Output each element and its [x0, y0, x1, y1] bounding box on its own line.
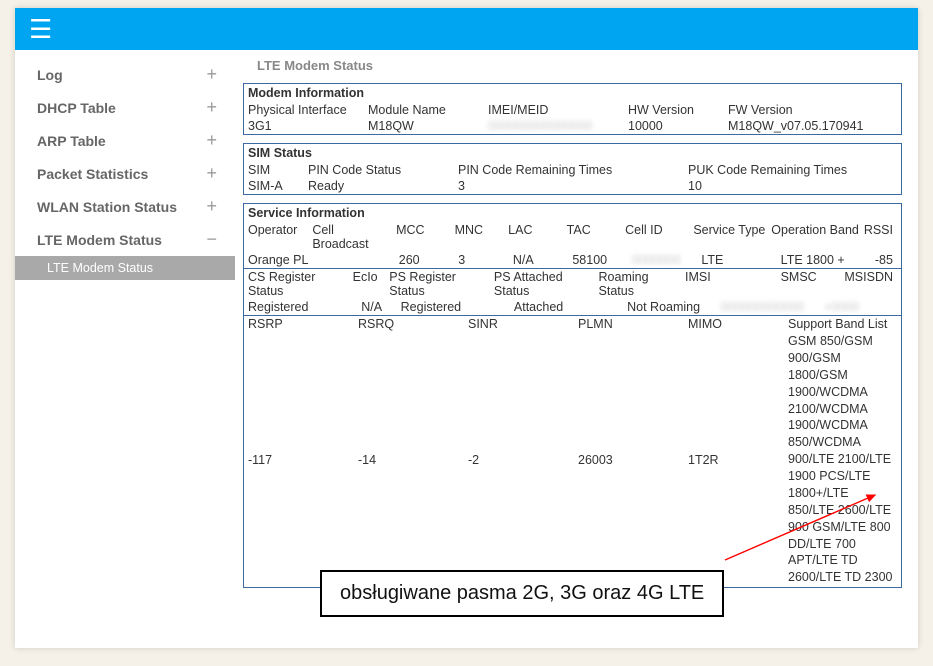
sim-status-panel: SIM Status SIM PIN Code Status PIN Code … — [243, 143, 902, 195]
sidebar-subitem-lte-modem-status[interactable]: LTE Modem Status — [15, 256, 235, 280]
th-imei: IMEI/MEID — [488, 102, 628, 118]
val-cell-broadcast — [313, 252, 398, 268]
val-ps-attached: Attached — [514, 299, 627, 315]
val-pin-status: Ready — [308, 178, 458, 194]
th-cell-id: Cell ID — [625, 222, 693, 252]
sidebar-item-dhcp-table[interactable]: DHCP Table + — [15, 91, 235, 124]
val-hw-version: 10000 — [628, 118, 728, 134]
val-operation-band: LTE 1800 + — [781, 252, 875, 268]
val-sim: SIM-A — [248, 178, 308, 194]
th-msisdn: MSISDN — [844, 269, 897, 299]
th-mimo: MIMO — [688, 316, 788, 332]
sidebar-label: ARP Table — [37, 133, 106, 149]
th-ps-attached: PS Attached Status — [494, 269, 599, 299]
th-fw-version: FW Version — [728, 102, 897, 118]
val-module-name: M18QW — [368, 118, 488, 134]
val-ps-register: Registered — [401, 299, 514, 315]
val-rssi: -85 — [875, 252, 897, 268]
plus-icon: + — [206, 64, 217, 85]
val-sinr: -2 — [468, 452, 578, 468]
sidebar-item-log[interactable]: Log + — [15, 58, 235, 91]
plus-icon: + — [206, 163, 217, 184]
th-operator: Operator — [248, 222, 312, 252]
val-rsrq: -14 — [358, 452, 468, 468]
service-info-heading: Service Information — [244, 204, 901, 222]
th-support-band: Support Band List — [788, 316, 897, 332]
th-sim: SIM — [248, 162, 308, 178]
main-scroll[interactable]: LTE Modem Status Modem Information Physi… — [239, 50, 906, 644]
th-mcc: MCC — [396, 222, 454, 252]
minus-icon: − — [206, 229, 217, 250]
service-info-panel: Service Information Operator Cell Broadc… — [243, 203, 902, 588]
val-lac: N/A — [513, 252, 573, 268]
val-operator: Orange PL — [248, 252, 313, 268]
modem-info-heading: Modem Information — [244, 84, 901, 102]
val-fw-version: M18QW_v07.05.170941 — [728, 118, 897, 134]
val-imsi: 000000000000 — [721, 299, 824, 315]
page-title: LTE Modem Status — [239, 50, 906, 79]
sidebar-item-arp-table[interactable]: ARP Table + — [15, 124, 235, 157]
val-plmn: 26003 — [578, 452, 688, 468]
th-lac: LAC — [508, 222, 566, 252]
th-rsrq: RSRQ — [358, 316, 468, 332]
val-service-type: LTE — [701, 252, 780, 268]
th-physical-interface: Physical Interface — [248, 102, 368, 118]
sidebar-item-lte-modem-status[interactable]: LTE Modem Status − — [15, 223, 235, 256]
th-hw-version: HW Version — [628, 102, 728, 118]
th-puk-remaining: PUK Code Remaining Times — [688, 162, 897, 178]
val-pin-remaining: 3 — [458, 178, 688, 194]
val-cell-id: 0000000 — [632, 252, 701, 268]
sidebar-label: Log — [37, 67, 63, 83]
val-rsrp: -117 — [248, 452, 358, 468]
th-pin-status: PIN Code Status — [308, 162, 458, 178]
annotation-callout: obsługiwane pasma 2G, 3G oraz 4G LTE — [320, 570, 724, 617]
th-mnc: MNC — [455, 222, 509, 252]
th-tac: TAC — [567, 222, 625, 252]
th-rsrp: RSRP — [248, 316, 358, 332]
th-operation-band: Operation Band — [771, 222, 864, 252]
sidebar: Log + DHCP Table + ARP Table + Packet St… — [15, 50, 235, 648]
th-imsi: IMSI — [685, 269, 781, 299]
th-sinr: SINR — [468, 316, 578, 332]
plus-icon: + — [206, 196, 217, 217]
sidebar-label: LTE Modem Status — [37, 232, 162, 248]
th-pin-remaining: PIN Code Remaining Times — [458, 162, 688, 178]
sidebar-label: WLAN Station Status — [37, 199, 177, 215]
th-smsc: SMSC — [781, 269, 845, 299]
val-imei: 000000000000000 — [488, 118, 628, 134]
sidebar-label: DHCP Table — [37, 100, 116, 116]
val-smsc: +0000 — [824, 299, 893, 315]
th-service-type: Service Type — [693, 222, 771, 252]
th-cell-broadcast: Cell Broadcast — [312, 222, 396, 252]
sim-status-heading: SIM Status — [244, 144, 901, 162]
th-plmn: PLMN — [578, 316, 688, 332]
val-ecio: N/A — [361, 299, 400, 315]
modem-info-panel: Modem Information Physical Interface Mod… — [243, 83, 902, 135]
sidebar-item-packet-statistics[interactable]: Packet Statistics + — [15, 157, 235, 190]
th-roaming: Roaming Status — [599, 269, 685, 299]
val-support-band: GSM 850/GSM 900/GSM 1800/GSM 1900/WCDMA … — [788, 332, 897, 587]
val-physical-interface: 3G1 — [248, 118, 368, 134]
menu-icon[interactable]: ☰ — [29, 16, 52, 42]
th-module-name: Module Name — [368, 102, 488, 118]
val-msisdn — [893, 299, 897, 315]
val-puk-remaining: 10 — [688, 178, 897, 194]
plus-icon: + — [206, 130, 217, 151]
val-cs-register: Registered — [248, 299, 361, 315]
sidebar-item-wlan-station-status[interactable]: WLAN Station Status + — [15, 190, 235, 223]
val-tac: 58100 — [572, 252, 632, 268]
th-cs-register: CS Register Status — [248, 269, 353, 299]
plus-icon: + — [206, 97, 217, 118]
th-ecio: EcIo — [353, 269, 390, 299]
val-roaming: Not Roaming — [627, 299, 721, 315]
val-mimo: 1T2R — [688, 452, 788, 468]
th-ps-register: PS Register Status — [389, 269, 494, 299]
val-mcc: 260 — [399, 252, 459, 268]
val-mnc: 3 — [458, 252, 513, 268]
sidebar-label: Packet Statistics — [37, 166, 148, 182]
th-rssi: RSSI — [864, 222, 897, 252]
